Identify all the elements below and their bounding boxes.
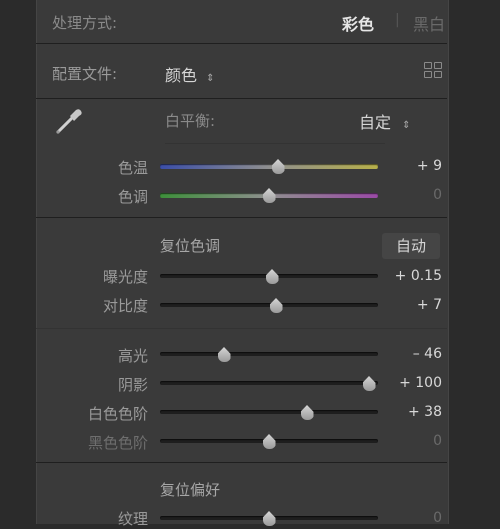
whites-slider-track[interactable] [160, 410, 378, 414]
temp-value[interactable]: + 9 [380, 158, 442, 174]
treatment-color-button[interactable]: 彩色 [342, 11, 374, 35]
divider [36, 328, 447, 329]
treatment-bw-button[interactable]: 黑白 [413, 11, 445, 35]
tint-value[interactable]: 0 [380, 187, 442, 203]
updown-chevron-icon: ⇕ [206, 73, 215, 84]
reset-presence-button[interactable]: 复位偏好 [160, 479, 220, 500]
profile-label: 配置文件: [52, 65, 118, 83]
white-balance-select-value: 自定 [359, 113, 392, 132]
contrast-label: 对比度 [102, 297, 148, 315]
tint-label: 色调 [117, 188, 148, 206]
blacks-value[interactable]: 0 [380, 433, 442, 449]
grid-icon[interactable] [424, 62, 442, 78]
divider [36, 217, 447, 218]
divider [36, 98, 447, 99]
treatment-separator: | [395, 12, 400, 28]
reset-tone-button[interactable]: 复位色调 [160, 235, 220, 256]
highlights-value[interactable]: – 46 [380, 346, 442, 362]
shadows-label: 阴影 [117, 376, 148, 394]
divider [165, 143, 385, 144]
white-balance-label: 白平衡: [165, 112, 216, 130]
texture-label: 纹理 [117, 510, 148, 528]
contrast-value[interactable]: + 7 [380, 297, 442, 313]
exposure-value[interactable]: + 0.15 [380, 268, 442, 284]
divider [36, 462, 447, 463]
whites-value[interactable]: + 38 [380, 404, 442, 420]
temp-slider-track[interactable] [160, 164, 378, 169]
profile-select-value: 颜色 [165, 66, 198, 85]
treatment-label: 处理方式: [52, 14, 118, 32]
blacks-label: 黑色色阶 [87, 434, 148, 452]
whites-label: 白色色阶 [87, 405, 148, 423]
auto-tone-button[interactable]: 自动 [382, 233, 441, 259]
temp-label: 色温 [117, 159, 148, 177]
eyedropper-icon[interactable] [52, 104, 86, 138]
shadows-value[interactable]: + 100 [380, 375, 442, 391]
updown-chevron-icon: ⇕ [402, 120, 411, 131]
divider [36, 43, 447, 44]
white-balance-select[interactable]: 自定 ⇕ [359, 109, 411, 133]
shadows-slider-track[interactable] [160, 381, 378, 385]
profile-select[interactable]: 颜色 ⇕ [165, 62, 215, 86]
highlights-label: 高光 [117, 347, 148, 365]
exposure-label: 曝光度 [102, 268, 148, 286]
contrast-slider-track[interactable] [160, 303, 378, 307]
highlights-slider-track[interactable] [160, 352, 378, 356]
